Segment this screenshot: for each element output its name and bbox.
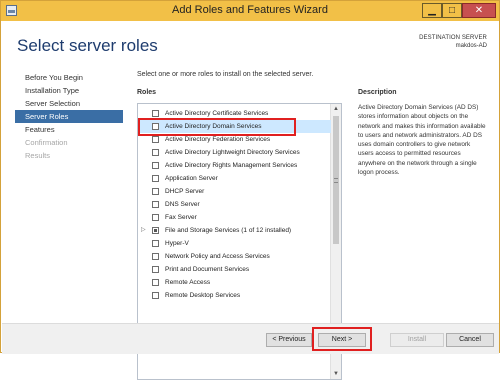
nav-item-server-roles[interactable]: Server Roles — [15, 110, 123, 123]
role-checkbox[interactable] — [152, 188, 159, 195]
role-label: Active Directory Rights Management Servi… — [165, 162, 298, 169]
page-title: Select server roles — [17, 36, 158, 55]
title-bar[interactable]: Add Roles and Features Wizard ▁ □ ✕ — [1, 1, 499, 21]
annotation-highlight-role — [138, 118, 296, 136]
role-label: Remote Desktop Services — [165, 292, 241, 299]
role-checkbox[interactable] — [152, 136, 159, 143]
role-label: Network Policy and Access Services — [165, 253, 270, 260]
wizard-header: Select server roles DESTINATION SERVER m… — [2, 21, 499, 71]
maximize-button[interactable]: □ — [442, 3, 462, 18]
role-checkbox[interactable] — [152, 292, 159, 299]
role-checkbox[interactable] — [152, 253, 159, 260]
expand-arrow-icon[interactable]: ▷ — [141, 224, 146, 237]
role-label: Remote Access — [165, 279, 211, 286]
nav-item-confirmation: Confirmation — [25, 138, 68, 147]
wizard-window: Add Roles and Features Wizard ▁ □ ✕ Sele… — [0, 0, 500, 380]
nav-item-before-you-begin[interactable]: Before You Begin — [15, 71, 123, 84]
instruction-text: Select one or more roles to install on t… — [137, 71, 314, 78]
role-label: DNS Server — [165, 201, 200, 208]
role-checkbox[interactable] — [152, 110, 159, 117]
role-checkbox[interactable] — [152, 227, 159, 234]
role-item[interactable]: Hyper-V — [138, 237, 331, 250]
description-text: Active Directory Domain Services (AD DS)… — [358, 104, 486, 177]
nav-item-installation-type[interactable]: Installation Type — [15, 84, 123, 97]
role-item[interactable]: Network Policy and Access Services — [138, 250, 331, 263]
scroll-down-icon[interactable]: ▼ — [331, 369, 341, 379]
role-item[interactable]: Active Directory Lightweight Directory S… — [138, 146, 331, 159]
nav-item-features[interactable]: Features — [15, 123, 123, 136]
grip-icon — [334, 178, 338, 183]
role-label: Active Directory Lightweight Directory S… — [165, 149, 300, 156]
previous-button[interactable]: < Previous — [266, 333, 312, 347]
role-label: File and Storage Services (1 of 12 insta… — [165, 227, 292, 234]
nav-item-results: Results — [25, 151, 51, 160]
install-button[interactable]: Install — [390, 333, 444, 347]
role-item[interactable]: ▷ File and Storage Services (1 of 12 inst… — [138, 224, 331, 237]
role-item[interactable]: Active Directory Rights Management Servi… — [138, 159, 331, 172]
role-label: DHCP Server — [165, 188, 205, 195]
role-label: Application Server — [165, 175, 218, 182]
wizard-footer: < Previous Next > Install Cancel — [2, 323, 499, 354]
role-checkbox[interactable] — [152, 214, 159, 221]
role-item[interactable]: Remote Access — [138, 276, 331, 289]
cancel-button[interactable]: Cancel — [446, 333, 494, 347]
destination-server-label: DESTINATION SERVER — [419, 35, 487, 41]
role-checkbox[interactable] — [152, 201, 159, 208]
role-checkbox[interactable] — [152, 266, 159, 273]
role-item[interactable]: Fax Server — [138, 211, 331, 224]
role-item[interactable]: Remote Desktop Services — [138, 289, 331, 302]
minimize-button[interactable]: ▁ — [422, 3, 442, 18]
roles-header: Roles — [137, 89, 157, 96]
wizard-nav: Before You Begin Installation Type Server … — [15, 71, 123, 162]
role-label: Hyper-V — [165, 240, 189, 247]
role-label: Print and Document Services — [165, 266, 250, 273]
role-label: Fax Server — [165, 214, 197, 221]
scroll-up-icon[interactable]: ▲ — [331, 104, 341, 114]
role-item[interactable]: DHCP Server — [138, 185, 331, 198]
nav-item-server-selection[interactable]: Server Selection — [15, 97, 123, 110]
scroll-thumb[interactable] — [333, 116, 339, 244]
role-checkbox[interactable] — [152, 175, 159, 182]
role-checkbox[interactable] — [152, 279, 159, 286]
description-header: Description — [358, 89, 397, 96]
role-item[interactable]: Print and Document Services — [138, 263, 331, 276]
role-checkbox[interactable] — [152, 162, 159, 169]
role-checkbox[interactable] — [152, 149, 159, 156]
destination-server-value: makdos-AD — [455, 43, 487, 49]
role-checkbox[interactable] — [152, 240, 159, 247]
role-item[interactable]: DNS Server — [138, 198, 331, 211]
close-button[interactable]: ✕ — [462, 3, 496, 18]
role-item[interactable]: Application Server — [138, 172, 331, 185]
annotation-highlight-next — [312, 327, 372, 351]
